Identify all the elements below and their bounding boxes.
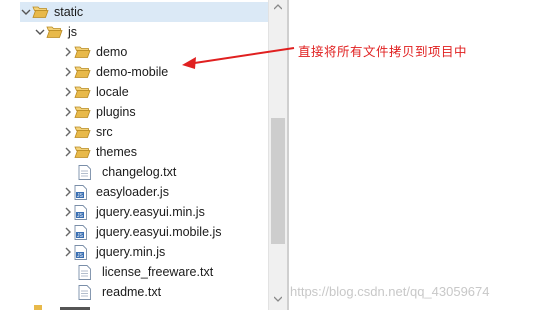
svg-text:JS: JS [77,253,84,259]
folder-icon [74,82,92,102]
open-folder-icon [32,2,50,22]
tree-item-folder[interactable]: src [62,122,113,142]
tree-item-label: jquery.easyui.mobile.js [96,225,222,239]
chevron-down-icon[interactable] [34,22,46,42]
scrollbar-thumb[interactable] [271,118,285,244]
tree-item-label: demo [96,45,128,59]
tree-item-folder[interactable]: locale [62,82,129,102]
tree-item-file[interactable]: JS easyloader.js [62,182,169,202]
tree-item-label: jquery.easyui.min.js [96,205,205,219]
annotation-arrow-icon [182,47,295,69]
annotation-text: 直接将所有文件拷贝到项目中 [298,44,468,59]
open-folder-icon [46,22,64,42]
svg-text:JS: JS [77,213,84,219]
chevron-right-icon[interactable] [62,202,74,222]
tree-item-file[interactable]: changelog.txt [74,162,176,182]
folder-icon [74,102,92,122]
tree-item-folder[interactable]: demo [62,42,127,62]
tree-item-folder[interactable]: demo-mobile [62,62,168,82]
chevron-right-icon[interactable] [62,122,74,142]
js-file-icon: JS [74,242,92,262]
text-file-icon [78,262,98,282]
tree-item-label: license_freeware.txt [102,265,214,279]
tree-item-file[interactable]: JS jquery.easyui.mobile.js [62,222,222,242]
folder-icon [74,42,92,62]
svg-text:JS: JS [77,193,84,199]
tree-item-file[interactable]: license_freeware.txt [74,262,213,282]
chevron-right-icon[interactable] [62,222,74,242]
js-file-icon: JS [74,202,92,222]
tree-item-label: js [68,25,78,39]
tree-item-label: easyloader.js [96,185,169,199]
chevron-right-icon[interactable] [62,242,74,262]
js-file-icon: JS [74,222,92,242]
chevron-right-icon[interactable] [62,82,74,102]
tree-item-file[interactable]: JS jquery.min.js [62,242,165,262]
svg-text:JS: JS [77,233,84,239]
chevron-down-icon[interactable] [20,2,32,22]
tree-item-js[interactable]: js [34,22,77,42]
tree-item-folder[interactable]: plugins [62,102,136,122]
tree-item-label: changelog.txt [102,165,177,179]
chevron-right-icon[interactable] [62,102,74,122]
tree-item-label: themes [96,145,137,159]
text-file-icon [78,282,98,302]
tree-item-label: static [54,5,84,19]
tree-item-label: readme.txt [102,285,162,299]
folder-icon [74,62,92,82]
tree-item-cutoff [34,300,94,310]
chevron-right-icon[interactable] [62,42,74,62]
tree-item-file[interactable]: readme.txt [74,282,161,302]
tree-item-label: jquery.min.js [96,245,166,259]
watermark-text: https://blog.csdn.net/qq_43059674 [290,284,490,299]
folder-icon [74,122,92,142]
folder-icon [74,142,92,162]
tree-item-label: plugins [96,105,136,119]
tree-item-file[interactable]: JS jquery.easyui.min.js [62,202,205,222]
chevron-right-icon[interactable] [62,142,74,162]
scroll-up-arrow-icon[interactable] [269,0,287,14]
chevron-right-icon[interactable] [62,62,74,82]
tree-item-folder[interactable]: themes [62,142,137,162]
js-file-icon: JS [74,182,92,202]
tree-item-label: locale [96,85,129,99]
scroll-down-arrow-icon[interactable] [269,292,287,306]
chevron-right-icon[interactable] [62,182,74,202]
tree-item-label: demo-mobile [96,65,169,79]
tree-item-static[interactable]: static [20,2,268,22]
tree-item-label: src [96,125,113,139]
text-file-icon [78,162,98,182]
